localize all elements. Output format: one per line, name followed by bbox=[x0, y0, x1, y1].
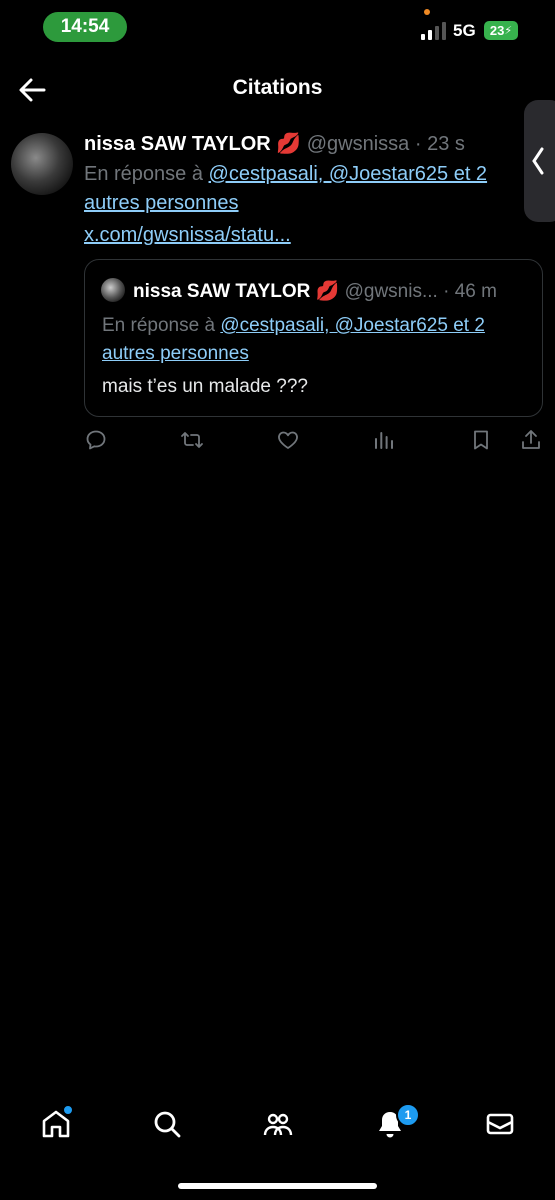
home-indicator[interactable] bbox=[178, 1183, 377, 1189]
quoted-author-emoji: 💋 bbox=[315, 281, 340, 302]
page-title: Citations bbox=[232, 76, 323, 99]
retweet-icon bbox=[181, 432, 203, 448]
nav-search[interactable] bbox=[151, 1108, 183, 1140]
notification-badge: 1 bbox=[396, 1103, 420, 1127]
quoted-tweet-text: mais t’es un malade ??? bbox=[102, 376, 308, 397]
battery-indicator: 23 ⚡ bbox=[484, 21, 518, 40]
avatar[interactable] bbox=[11, 133, 73, 195]
bookmark-button[interactable] bbox=[469, 428, 493, 452]
author-name[interactable]: nissa SAW TAYLOR bbox=[84, 133, 271, 155]
share-button[interactable] bbox=[519, 428, 543, 452]
share-icon bbox=[522, 430, 540, 449]
like-button[interactable] bbox=[276, 428, 300, 452]
views-icon bbox=[375, 432, 393, 449]
retweet-button[interactable] bbox=[180, 428, 204, 452]
bookmark-icon bbox=[474, 430, 488, 450]
quoted-author-meta: @gwsnis... · 46 m bbox=[344, 281, 497, 302]
reply-prefix: En réponse à bbox=[84, 163, 209, 185]
quoted-avatar bbox=[101, 278, 125, 302]
side-panel-handle[interactable] bbox=[524, 100, 555, 222]
reply-icon bbox=[86, 430, 106, 450]
like-icon bbox=[278, 431, 298, 449]
chevron-left-icon bbox=[532, 147, 544, 175]
network-type: 5G bbox=[453, 21, 476, 40]
status-time: 14:54 bbox=[43, 12, 127, 42]
battery-level: 23 bbox=[489, 23, 505, 38]
quoted-reply-context: En réponse à @cestpasali, @Joestar625 et… bbox=[102, 312, 532, 368]
quoted-author-name: nissa SAW TAYLOR bbox=[133, 281, 311, 302]
communities-icon bbox=[263, 1113, 293, 1136]
nav-communities[interactable] bbox=[262, 1108, 294, 1140]
quoted-tweet-header: nissa SAW TAYLOR 💋 @gwsnis... · 46 m bbox=[133, 279, 497, 303]
reply-context: En réponse à @cestpasali, @Joestar625 et… bbox=[84, 160, 514, 218]
messages-icon bbox=[486, 1113, 514, 1135]
search-icon bbox=[154, 1111, 181, 1138]
signal-icon bbox=[421, 22, 446, 40]
author-meta: @gwsnissa · 23 s bbox=[306, 133, 465, 155]
tweet-header: nissa SAW TAYLOR 💋 @gwsnissa · 23 s bbox=[84, 131, 465, 156]
quoted-tweet[interactable]: nissa SAW TAYLOR 💋 @gwsnis... · 46 m En … bbox=[84, 259, 543, 417]
author-emoji: 💋 bbox=[276, 133, 302, 155]
home-unread-dot bbox=[62, 1104, 74, 1116]
tweet-link[interactable]: x.com/gwsnissa/statu... bbox=[84, 224, 291, 247]
privacy-indicator bbox=[424, 9, 430, 15]
nav-messages[interactable] bbox=[484, 1108, 516, 1140]
quoted-reply-prefix: En réponse à bbox=[102, 315, 221, 336]
views-button[interactable] bbox=[372, 428, 396, 452]
reply-button[interactable] bbox=[84, 428, 108, 452]
